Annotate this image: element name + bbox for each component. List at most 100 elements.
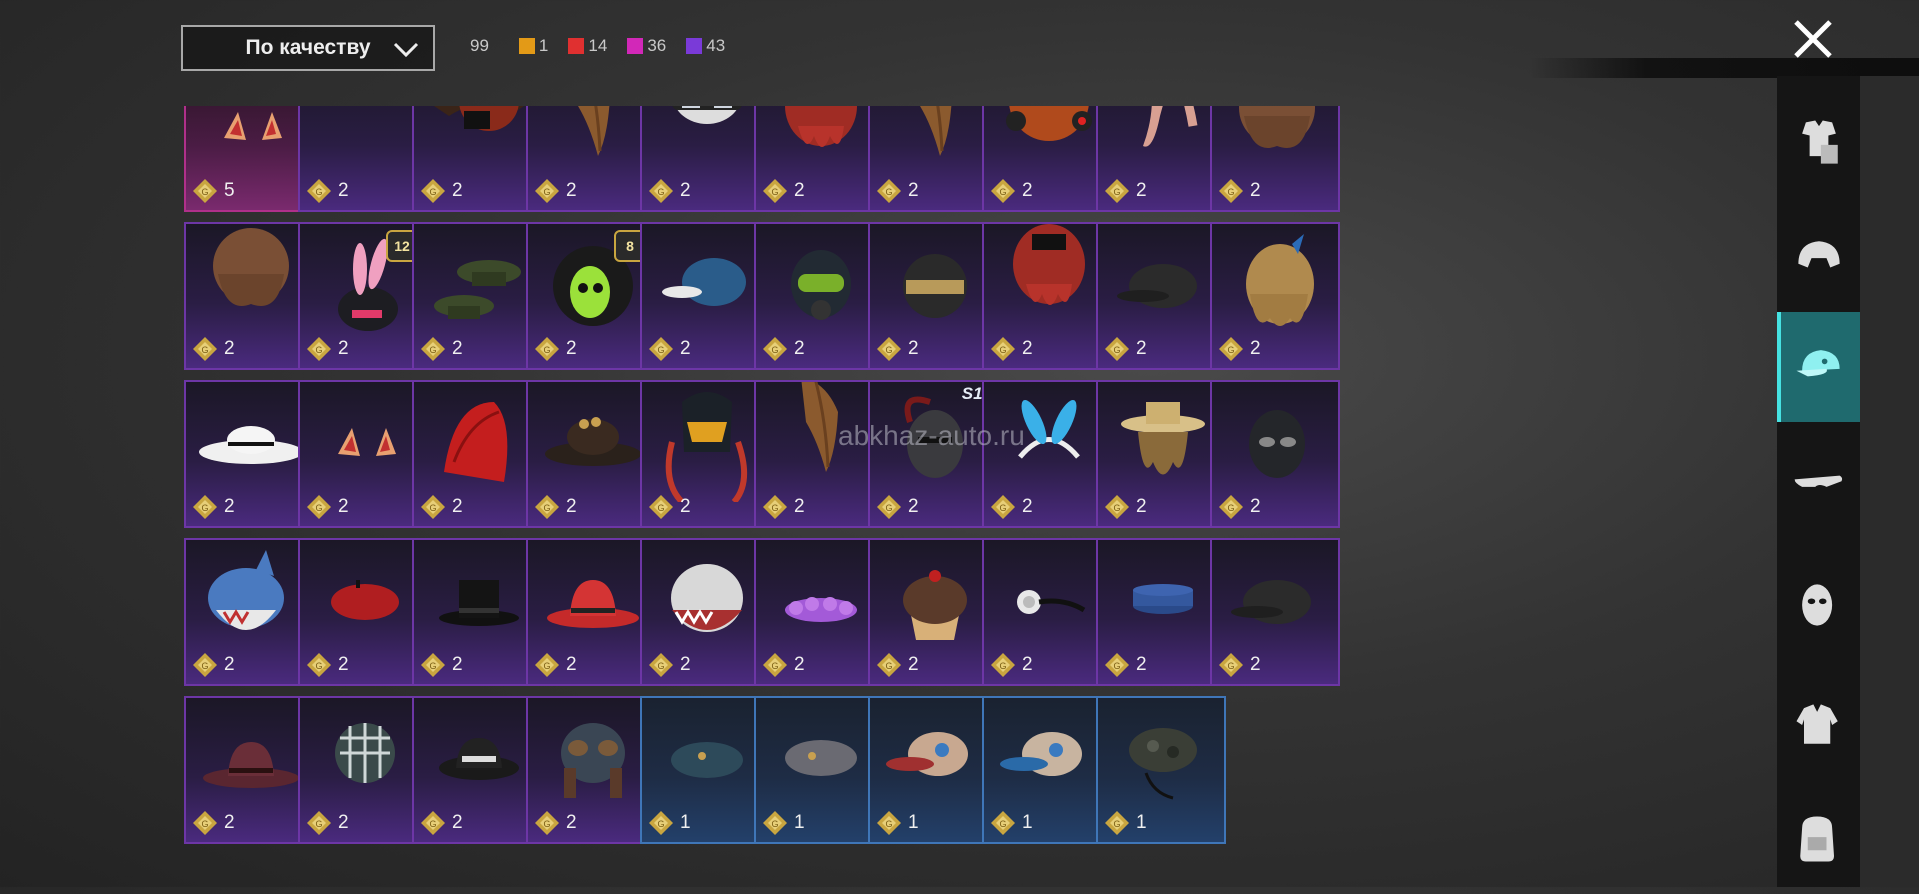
coin-icon: G xyxy=(763,337,787,361)
item-card-blue-pillbox-hat[interactable]: G2 xyxy=(1096,538,1226,686)
item-card-black-print-cap[interactable]: G2 xyxy=(1210,538,1340,686)
item-price: G2 xyxy=(1104,336,1147,362)
item-card-brown-hair-long[interactable]: G2 xyxy=(526,106,656,212)
item-image-icon xyxy=(199,426,303,464)
coin-icon: G xyxy=(649,179,673,203)
item-card-white-sun-hat[interactable]: G2 xyxy=(184,380,314,528)
item-price-value: 2 xyxy=(1250,180,1261,201)
item-card-pink-tentacles[interactable]: G2 xyxy=(1096,106,1226,212)
item-card-scarecrow-hat[interactable]: G2 xyxy=(1096,380,1226,528)
item-card-blue-baseball-cap[interactable]: G2 xyxy=(640,222,770,370)
header-decoration xyxy=(1530,58,1919,78)
svg-text:G: G xyxy=(771,187,778,197)
item-card-blonde-curly-hair[interactable]: G2 xyxy=(1210,222,1340,370)
item-card-head-mirror[interactable]: G2 xyxy=(982,538,1112,686)
item-card-cupcake-hat[interactable]: G2 xyxy=(868,538,998,686)
item-price: G1 xyxy=(990,810,1033,836)
item-card-white-cap-goggles[interactable]: G2 xyxy=(640,106,770,212)
item-card-cat-ears[interactable]: G2 xyxy=(298,380,428,528)
svg-text:G: G xyxy=(771,819,778,829)
item-price: G2 xyxy=(762,652,805,678)
item-card-aviator-helmet[interactable]: G2 xyxy=(526,696,656,844)
item-card-luchador-mask[interactable]: G2 xyxy=(1210,380,1340,528)
item-price: G2 xyxy=(1218,336,1261,362)
coin-icon: G xyxy=(1105,337,1129,361)
item-card-brown-fedora[interactable]: G2 xyxy=(184,696,314,844)
coin-icon: G xyxy=(991,495,1015,519)
item-card-red-hair-beanie[interactable]: G2 xyxy=(754,106,884,212)
item-card-visor-helmet[interactable]: G2 xyxy=(868,222,998,370)
item-price-value: 2 xyxy=(566,496,577,517)
item-card-retro-cap-red[interactable]: G1 xyxy=(868,696,998,844)
item-card-shark-hood-white[interactable]: G2 xyxy=(640,538,770,686)
tab-outfits[interactable] xyxy=(1777,88,1860,198)
quality-swatch xyxy=(627,38,644,54)
item-image-icon xyxy=(224,112,282,140)
item-card-bunny-ears-helmet[interactable]: 12 G 2 xyxy=(298,222,428,370)
item-card-braided-hair[interactable]: G2 xyxy=(754,380,884,528)
item-price-value: 2 xyxy=(338,338,349,359)
item-card-camo-headset-cap[interactable]: G1 xyxy=(1096,696,1226,844)
item-image-icon xyxy=(671,564,743,632)
item-card-gray-beret[interactable]: G1 xyxy=(754,696,884,844)
sort-dropdown[interactable]: По качеству xyxy=(181,25,435,71)
item-image-icon xyxy=(671,742,743,778)
item-card-red-feather-crest[interactable]: G2 xyxy=(412,380,542,528)
item-card-purple-flower-crown[interactable]: G2 xyxy=(754,538,884,686)
item-card-knight-helmet[interactable]: S14 G 2 xyxy=(868,380,998,528)
watermark: abkhaz-auto.ru xyxy=(838,420,1025,451)
close-icon[interactable] xyxy=(1790,16,1836,62)
item-card-plaid-bandana[interactable]: G2 xyxy=(298,696,428,844)
item-card-yellow-beret-hair[interactable]: G2 xyxy=(1210,106,1340,212)
item-card-brown-hair-bob[interactable]: G2 xyxy=(184,222,314,370)
svg-text:G: G xyxy=(201,819,208,829)
svg-text:G: G xyxy=(543,819,550,829)
item-card-green-skull-hood[interactable]: 8G2 xyxy=(526,222,656,370)
svg-text:G: G xyxy=(771,661,778,671)
item-card-shark-hood-blue[interactable]: G2 xyxy=(184,538,314,686)
coin-icon: G xyxy=(763,179,787,203)
coin-icon: G xyxy=(535,179,559,203)
item-price: G2 xyxy=(534,810,577,836)
item-card-steampunk-hat[interactable]: G2 xyxy=(526,380,656,528)
tab-masks[interactable] xyxy=(1777,550,1860,660)
tab-glasses[interactable] xyxy=(1777,430,1860,540)
item-card-bucket-hat[interactable]: G2 xyxy=(412,696,542,844)
item-card-black-top-hat[interactable]: G2 xyxy=(412,538,542,686)
item-price-value: 2 xyxy=(794,338,805,359)
item-card-pirate-hat[interactable]: G2 xyxy=(412,106,542,212)
item-price: G2 xyxy=(534,178,577,204)
item-card-orange-hair-headphones[interactable]: G2 xyxy=(982,106,1112,212)
item-image-icon xyxy=(903,254,967,318)
item-price-value: 2 xyxy=(566,654,577,675)
tab-helmets[interactable] xyxy=(1777,205,1860,315)
coin-icon: G xyxy=(193,179,217,203)
item-card-brown-hair-ribbon[interactable]: G2 xyxy=(868,106,998,212)
tab-hats[interactable] xyxy=(1777,312,1860,422)
item-card-mech-mask-hair[interactable]: G2 xyxy=(640,380,770,528)
total-count: 99 xyxy=(470,36,489,55)
svg-text:G: G xyxy=(885,661,892,671)
svg-text:G: G xyxy=(1227,187,1234,197)
svg-text:G: G xyxy=(657,819,664,829)
item-price: G2 xyxy=(420,178,463,204)
item-price: G2 xyxy=(648,336,691,362)
coin-icon: G xyxy=(763,653,787,677)
item-card-red-beret[interactable]: G2 xyxy=(298,538,428,686)
item-price: G1 xyxy=(762,810,805,836)
svg-text:G: G xyxy=(201,345,208,355)
item-card-cat-ears-hat[interactable]: G5 xyxy=(184,106,314,212)
item-card-black-cap[interactable]: G2 xyxy=(1096,222,1226,370)
item-card-blue-beret[interactable]: G1 xyxy=(640,696,770,844)
item-card-officer-caps[interactable]: G2 xyxy=(412,222,542,370)
item-card-red-fedora[interactable]: G2 xyxy=(526,538,656,686)
item-card-red-hair-goggles[interactable]: G2 xyxy=(982,222,1112,370)
item-card-retro-cap-blue[interactable]: G1 xyxy=(982,696,1112,844)
item-price-value: 2 xyxy=(452,338,463,359)
item-price: G2 xyxy=(420,336,463,362)
tab-backpacks[interactable] xyxy=(1777,784,1860,894)
item-card-blue-bunny-headband[interactable]: G2 xyxy=(982,380,1112,528)
tab-tops[interactable] xyxy=(1777,670,1860,780)
item-card-headband-bunny-tail[interactable]: G2 xyxy=(298,106,428,212)
item-card-gas-mask-helmet[interactable]: G2 xyxy=(754,222,884,370)
